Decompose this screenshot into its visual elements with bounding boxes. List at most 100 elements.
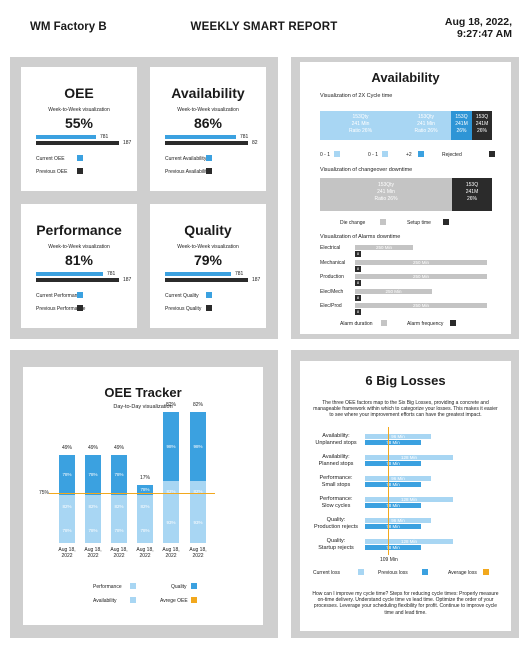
previous-loss-bar: 78 Min <box>365 440 421 445</box>
current-loss-bar: 96 Min <box>365 476 431 481</box>
previous-bar <box>165 278 248 282</box>
target-label: 75% <box>39 490 50 496</box>
alarms-legend-swatch <box>450 320 456 326</box>
alarm-label: Elec/Prod <box>320 303 342 309</box>
changeover-legend-swatch <box>380 219 386 225</box>
tracker-category-label: Aug 18, 2022 <box>58 547 76 559</box>
current-bar <box>36 272 103 276</box>
segment-qty: 153Qty <box>352 114 369 120</box>
alarm-label: Electrical <box>320 245 341 251</box>
tracker-bar-availability: 78% <box>111 519 127 543</box>
tracker-bar-availability: 78% <box>137 519 153 543</box>
loss-label-line2: Planned stops <box>318 461 354 467</box>
loss-label-line1: Performance: <box>319 475 353 481</box>
alarm-duration-bar: 250 Min <box>355 303 487 308</box>
axis-label: 109 Min <box>380 557 398 563</box>
tracker-category-label: Aug 18, 2022 <box>189 547 207 559</box>
alarm-duration-bar: 250 Min <box>355 259 487 265</box>
legend-availability: Availability <box>93 598 117 604</box>
previous-legend-swatch <box>77 305 83 311</box>
metric-percentage: 79% <box>193 252 223 268</box>
segment-min: 241M <box>475 121 489 127</box>
legend-previous-swatch <box>422 569 428 575</box>
previous-loss-bar: 78 Min <box>365 482 421 487</box>
legend-current-swatch <box>358 569 364 575</box>
current-legend-label: Current Quality <box>165 293 199 299</box>
segment-qty: 153Q <box>465 182 479 188</box>
metric-card-quality: Quality Week-to-Week visualization 79% 781 1… <box>150 204 266 328</box>
previous-legend-label: Previous Quality <box>165 306 202 312</box>
changeover-legend-swatch <box>443 219 449 225</box>
legend-performance-swatch <box>130 583 136 589</box>
tracker-bar-availability: 78% <box>59 519 75 543</box>
segment-ratio: Ratio 26% <box>374 196 398 202</box>
cycle-segment: 153Qty 241 Min Ratio 26% <box>320 111 401 140</box>
loss-label-line2: Slow cycles <box>321 503 351 509</box>
alarm-frequency-mark: 8 <box>355 251 361 257</box>
loss-label: Performance: Slow cycles <box>308 496 364 510</box>
previous-loss-bar: 78 Min <box>365 524 421 529</box>
tracker-bar-performance: 82% <box>85 495 101 519</box>
tracker-bar-availability: 78% <box>85 519 101 543</box>
tracker-column: 93% 82% 98% <box>163 367 179 543</box>
alarms-legend-label: Alarm frequency <box>407 321 444 327</box>
cycle-legend-swatch <box>382 151 388 157</box>
segment-min: 241 Min <box>351 121 370 127</box>
changeover-section-title: Visualization of changeover downtime <box>320 167 413 173</box>
current-value: 781 <box>235 271 244 277</box>
segment-min: 241M <box>465 189 479 195</box>
metric-name: Quality <box>184 222 232 238</box>
tracker-oee-value: 82% <box>192 402 203 408</box>
tracker-oee-value: 49% <box>61 445 72 451</box>
previous-legend-swatch <box>206 168 212 174</box>
current-legend-label: Current Availability <box>165 156 207 162</box>
tracker-bar-availability: 93% <box>163 503 179 543</box>
metric-name: Performance <box>36 222 122 238</box>
tracker-oee-value: 82% <box>165 402 176 408</box>
availability-card: Availability Visualization of 2X Cycle t… <box>300 62 511 334</box>
previous-bar <box>36 141 119 145</box>
segment-qty: 153Q <box>475 114 489 120</box>
loss-label-line1: Quality: <box>326 538 346 544</box>
loss-label-line2: Unplanned stops <box>315 440 357 446</box>
loss-label: Performance: Small stops <box>308 475 364 489</box>
previous-value: 187 <box>252 277 261 283</box>
current-value: 781 <box>100 134 109 140</box>
legend-average: Average loss <box>448 570 477 576</box>
cycle-legend-swatch <box>418 151 424 157</box>
average-oee-line <box>49 493 215 494</box>
loss-label-line1: Quality: <box>326 517 346 523</box>
previous-legend-label: Previous OEE <box>36 169 68 175</box>
metric-subtitle: Week-to-Week visualization <box>177 107 239 113</box>
metric-subtitle: Week-to-Week visualization <box>48 107 110 113</box>
metric-name: Availability <box>171 85 245 101</box>
alarm-frequency-mark: 8 <box>355 280 361 286</box>
tracker-column: 78% 82% 78% <box>59 367 75 543</box>
tracker-category-label: Aug 18, 2022 <box>136 547 154 559</box>
tracker-oee-value: 49% <box>113 445 124 451</box>
legend-average-swatch <box>191 597 197 603</box>
alarm-frequency-mark: 8 <box>355 265 361 272</box>
previous-bar <box>36 278 119 282</box>
current-legend-swatch <box>77 292 83 298</box>
previous-loss-bar: 78 Min <box>365 545 421 550</box>
loss-label: Availability: Planned stops <box>308 454 364 468</box>
current-legend-swatch <box>206 155 212 161</box>
tracker-bar-performance: 82% <box>137 495 153 519</box>
alarm-duration-bar: 250 Min <box>355 288 432 294</box>
tracker-oee-value: 49% <box>87 445 98 451</box>
report-header: WM Factory B WEEKLY SMART REPORT Aug 18,… <box>0 0 528 50</box>
alarm-frequency-mark: 8 <box>355 294 361 301</box>
segment-min: 241 Min <box>377 189 395 195</box>
changeover-segment: 153Q 241M 26% <box>452 178 492 211</box>
current-legend-label: Current OEE <box>36 156 65 162</box>
cycle-legend-label: 0 - 1 <box>368 152 379 158</box>
report-time: 9:27:47 AM <box>456 28 512 40</box>
legend-quality-swatch <box>191 583 197 589</box>
cycle-segment: 153Q 241M 26% <box>451 111 472 140</box>
cycle-legend-swatch <box>334 151 340 157</box>
alarms-section-title: Visualization of Alarms downtime <box>320 234 401 240</box>
availability-title: Availability <box>371 70 440 85</box>
cycle-legend-label: +2 <box>406 152 412 158</box>
loss-label-line1: Performance: <box>319 496 353 502</box>
